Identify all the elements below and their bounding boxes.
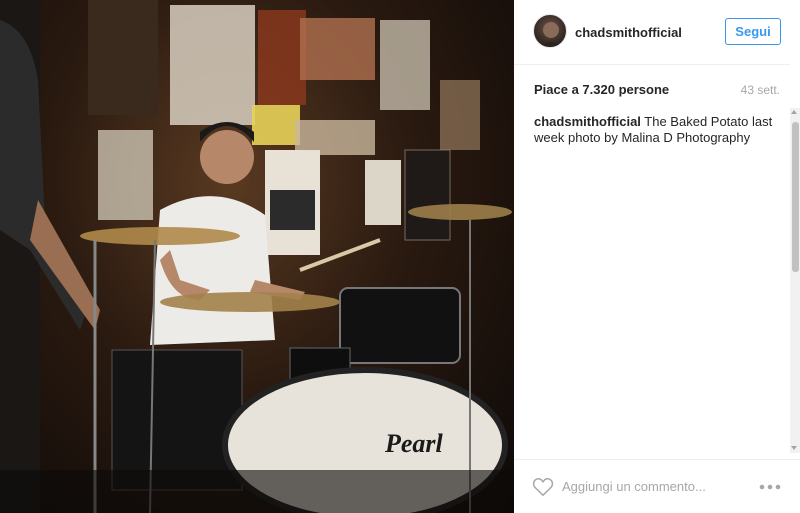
post-timestamp[interactable]: 43 sett. — [741, 83, 780, 97]
likes-count[interactable]: Piace a 7.320 persone — [534, 82, 669, 97]
post-header: chadsmithofficial Segui — [514, 0, 790, 65]
likes-row: Piace a 7.320 persone 43 sett. — [534, 82, 780, 100]
heart-icon[interactable] — [532, 477, 554, 497]
scroll-down-arrow-icon[interactable] — [791, 446, 797, 450]
drummer-photo-illustration: Pearl — [0, 0, 514, 513]
scroll-up-arrow-icon[interactable] — [791, 110, 797, 114]
comment-bar — [514, 459, 800, 513]
post-photo[interactable]: Pearl — [0, 0, 514, 513]
kick-drum-logo: Pearl — [384, 429, 444, 458]
post-caption: chadsmithofficial The Baked Potato last … — [534, 114, 774, 146]
scrollbar-thumb[interactable] — [792, 122, 799, 272]
username-link[interactable]: chadsmithofficial — [575, 25, 682, 40]
follow-button[interactable]: Segui — [725, 18, 781, 45]
avatar-image — [539, 22, 563, 47]
avatar[interactable] — [533, 14, 567, 48]
caption-username[interactable]: chadsmithofficial — [534, 114, 641, 129]
comment-input[interactable] — [562, 475, 742, 497]
more-options-icon[interactable] — [758, 483, 782, 491]
post-sidebar: chadsmithofficial Segui Piace a 7.320 pe… — [514, 0, 800, 513]
